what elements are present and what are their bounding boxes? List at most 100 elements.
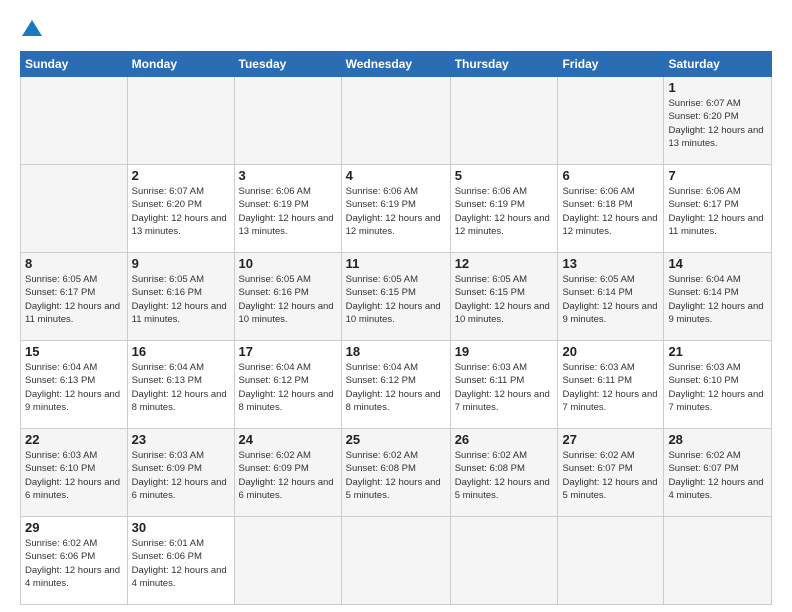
day-of-week-header: Saturday [664,52,772,77]
day-number: 22 [25,432,123,447]
calendar-cell: 19 Sunrise: 6:03 AM Sunset: 6:11 PM Dayl… [450,341,558,429]
calendar-cell [234,77,341,165]
day-info: Sunrise: 6:01 AM Sunset: 6:06 PM Dayligh… [132,537,230,590]
day-number: 1 [668,80,767,95]
day-number: 9 [132,256,230,271]
day-number: 19 [455,344,554,359]
day-info: Sunrise: 6:07 AM Sunset: 6:20 PM Dayligh… [132,185,230,238]
calendar-cell: 7 Sunrise: 6:06 AM Sunset: 6:17 PM Dayli… [664,165,772,253]
day-info: Sunrise: 6:04 AM Sunset: 6:13 PM Dayligh… [132,361,230,414]
calendar-cell: 14 Sunrise: 6:04 AM Sunset: 6:14 PM Dayl… [664,253,772,341]
calendar-cell: 10 Sunrise: 6:05 AM Sunset: 6:16 PM Dayl… [234,253,341,341]
day-of-week-header: Friday [558,52,664,77]
day-info: Sunrise: 6:04 AM Sunset: 6:12 PM Dayligh… [239,361,337,414]
calendar-cell: 11 Sunrise: 6:05 AM Sunset: 6:15 PM Dayl… [341,253,450,341]
day-number: 17 [239,344,337,359]
day-number: 26 [455,432,554,447]
calendar-cell [341,517,450,605]
calendar-cell: 29 Sunrise: 6:02 AM Sunset: 6:06 PM Dayl… [21,517,128,605]
day-number: 11 [346,256,446,271]
day-number: 3 [239,168,337,183]
day-number: 28 [668,432,767,447]
calendar-cell: 15 Sunrise: 6:04 AM Sunset: 6:13 PM Dayl… [21,341,128,429]
day-number: 15 [25,344,123,359]
day-info: Sunrise: 6:06 AM Sunset: 6:18 PM Dayligh… [562,185,659,238]
calendar-cell: 12 Sunrise: 6:05 AM Sunset: 6:15 PM Dayl… [450,253,558,341]
calendar-cell [341,77,450,165]
calendar-cell: 16 Sunrise: 6:04 AM Sunset: 6:13 PM Dayl… [127,341,234,429]
calendar-cell: 18 Sunrise: 6:04 AM Sunset: 6:12 PM Dayl… [341,341,450,429]
day-number: 14 [668,256,767,271]
logo [20,18,42,43]
day-number: 27 [562,432,659,447]
day-number: 6 [562,168,659,183]
calendar-cell: 13 Sunrise: 6:05 AM Sunset: 6:14 PM Dayl… [558,253,664,341]
calendar-cell: 4 Sunrise: 6:06 AM Sunset: 6:19 PM Dayli… [341,165,450,253]
calendar-cell: 17 Sunrise: 6:04 AM Sunset: 6:12 PM Dayl… [234,341,341,429]
calendar-cell: 27 Sunrise: 6:02 AM Sunset: 6:07 PM Dayl… [558,429,664,517]
calendar-cell: 30 Sunrise: 6:01 AM Sunset: 6:06 PM Dayl… [127,517,234,605]
calendar-cell [127,77,234,165]
day-number: 2 [132,168,230,183]
calendar-cell [21,77,128,165]
calendar-cell: 25 Sunrise: 6:02 AM Sunset: 6:08 PM Dayl… [341,429,450,517]
calendar-cell [558,77,664,165]
day-info: Sunrise: 6:05 AM Sunset: 6:16 PM Dayligh… [132,273,230,326]
day-number: 23 [132,432,230,447]
calendar-cell [450,77,558,165]
day-number: 12 [455,256,554,271]
day-number: 10 [239,256,337,271]
day-number: 18 [346,344,446,359]
day-number: 30 [132,520,230,535]
day-number: 25 [346,432,446,447]
calendar-cell: 22 Sunrise: 6:03 AM Sunset: 6:10 PM Dayl… [21,429,128,517]
day-info: Sunrise: 6:05 AM Sunset: 6:15 PM Dayligh… [455,273,554,326]
day-info: Sunrise: 6:06 AM Sunset: 6:17 PM Dayligh… [668,185,767,238]
day-info: Sunrise: 6:04 AM Sunset: 6:14 PM Dayligh… [668,273,767,326]
day-info: Sunrise: 6:05 AM Sunset: 6:14 PM Dayligh… [562,273,659,326]
day-number: 7 [668,168,767,183]
calendar-cell: 28 Sunrise: 6:02 AM Sunset: 6:07 PM Dayl… [664,429,772,517]
calendar-cell [21,165,128,253]
calendar-cell [234,517,341,605]
day-number: 20 [562,344,659,359]
calendar-cell: 9 Sunrise: 6:05 AM Sunset: 6:16 PM Dayli… [127,253,234,341]
day-of-week-header: Thursday [450,52,558,77]
day-number: 24 [239,432,337,447]
day-number: 8 [25,256,123,271]
day-info: Sunrise: 6:06 AM Sunset: 6:19 PM Dayligh… [346,185,446,238]
day-number: 29 [25,520,123,535]
day-info: Sunrise: 6:07 AM Sunset: 6:20 PM Dayligh… [668,97,767,150]
day-of-week-header: Monday [127,52,234,77]
day-number: 16 [132,344,230,359]
day-of-week-header: Wednesday [341,52,450,77]
calendar-cell: 23 Sunrise: 6:03 AM Sunset: 6:09 PM Dayl… [127,429,234,517]
calendar-table: SundayMondayTuesdayWednesdayThursdayFrid… [20,51,772,605]
day-info: Sunrise: 6:04 AM Sunset: 6:13 PM Dayligh… [25,361,123,414]
day-info: Sunrise: 6:03 AM Sunset: 6:11 PM Dayligh… [562,361,659,414]
calendar-cell [558,517,664,605]
calendar-cell [664,517,772,605]
day-info: Sunrise: 6:02 AM Sunset: 6:08 PM Dayligh… [455,449,554,502]
day-info: Sunrise: 6:03 AM Sunset: 6:09 PM Dayligh… [132,449,230,502]
day-info: Sunrise: 6:02 AM Sunset: 6:09 PM Dayligh… [239,449,337,502]
day-info: Sunrise: 6:03 AM Sunset: 6:10 PM Dayligh… [25,449,123,502]
day-info: Sunrise: 6:04 AM Sunset: 6:12 PM Dayligh… [346,361,446,414]
day-info: Sunrise: 6:06 AM Sunset: 6:19 PM Dayligh… [455,185,554,238]
day-of-week-header: Tuesday [234,52,341,77]
calendar-cell [450,517,558,605]
day-info: Sunrise: 6:02 AM Sunset: 6:08 PM Dayligh… [346,449,446,502]
day-info: Sunrise: 6:06 AM Sunset: 6:19 PM Dayligh… [239,185,337,238]
calendar-cell: 1 Sunrise: 6:07 AM Sunset: 6:20 PM Dayli… [664,77,772,165]
day-number: 5 [455,168,554,183]
calendar-cell: 3 Sunrise: 6:06 AM Sunset: 6:19 PM Dayli… [234,165,341,253]
day-info: Sunrise: 6:02 AM Sunset: 6:07 PM Dayligh… [562,449,659,502]
calendar-cell: 21 Sunrise: 6:03 AM Sunset: 6:10 PM Dayl… [664,341,772,429]
calendar-cell: 5 Sunrise: 6:06 AM Sunset: 6:19 PM Dayli… [450,165,558,253]
day-number: 13 [562,256,659,271]
calendar-cell: 26 Sunrise: 6:02 AM Sunset: 6:08 PM Dayl… [450,429,558,517]
day-info: Sunrise: 6:02 AM Sunset: 6:07 PM Dayligh… [668,449,767,502]
calendar-cell: 8 Sunrise: 6:05 AM Sunset: 6:17 PM Dayli… [21,253,128,341]
day-info: Sunrise: 6:05 AM Sunset: 6:17 PM Dayligh… [25,273,123,326]
day-of-week-header: Sunday [21,52,128,77]
